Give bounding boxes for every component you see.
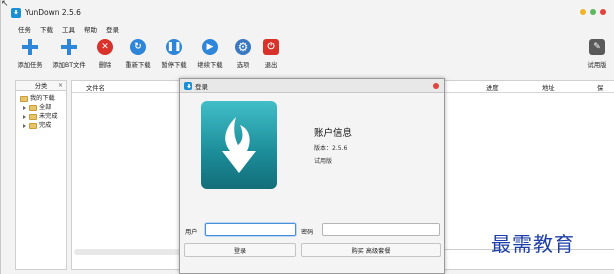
resume-download-label: 继续下载 <box>197 62 223 69</box>
user-label: 用户 <box>185 229 198 236</box>
window-controls <box>580 9 606 15</box>
exit-button[interactable]: ⏻ 退出 <box>253 38 289 69</box>
menu-login[interactable]: 登录 <box>106 24 119 34</box>
tree-item-label: 完成 <box>39 122 52 129</box>
gear-icon: ⚙ <box>235 39 251 55</box>
edition-text: 试用版 <box>314 158 333 165</box>
login-dialog-title-bar: 登录 <box>180 79 444 93</box>
tree-item-label: 我的下载 <box>30 95 55 102</box>
redownload-label: 重新下载 <box>125 62 151 69</box>
tree-item-my-downloads[interactable]: 我的下载 <box>20 94 66 103</box>
resume-download-button[interactable]: ▶ 继续下载 <box>192 38 228 69</box>
folder-icon <box>20 95 28 102</box>
options-label: 选项 <box>236 62 250 69</box>
category-panel-title: 分类 <box>34 83 48 90</box>
folder-icon <box>29 122 37 129</box>
category-panel-header: 分类 × <box>16 81 66 91</box>
dialog-close-button[interactable] <box>433 83 439 89</box>
power-icon: ⏻ <box>263 39 279 55</box>
minimize-button[interactable] <box>580 9 586 15</box>
pause-download-button[interactable]: ❚❚ 暂停下载 <box>156 38 192 69</box>
column-progress[interactable]: 进度 <box>486 83 499 92</box>
delete-label: 删除 <box>98 62 112 69</box>
add-task-button[interactable]: 添加任务 <box>12 38 48 69</box>
menu-tools[interactable]: 工具 <box>62 24 75 34</box>
window-title: YunDown 2.5.6 <box>25 8 81 17</box>
menu-download[interactable]: 下载 <box>40 24 53 34</box>
add-bt-file-label: 添加BT文件 <box>52 62 86 69</box>
close-icon[interactable]: × <box>58 82 63 89</box>
version-text: 版本：2.5.6 <box>314 145 348 152</box>
close-button[interactable] <box>600 9 606 15</box>
tree-item-label: 全部 <box>39 104 52 111</box>
password-input[interactable] <box>322 223 440 236</box>
app-logo-icon <box>11 7 21 18</box>
delete-icon: ✕ <box>97 39 113 55</box>
redownload-icon: ↻ <box>130 39 146 55</box>
trial-version-label: 试用版 <box>587 62 607 69</box>
column-address[interactable]: 地址 <box>542 83 555 92</box>
tree-item-complete[interactable]: 完成 <box>20 121 66 130</box>
play-icon: ▶ <box>202 39 218 55</box>
mouse-cursor-icon: ↖ <box>1 0 9 9</box>
menu-bar: 任务 下载 工具 帮助 登录 <box>18 24 119 34</box>
password-label: 密码 <box>301 229 314 236</box>
download-arrow-icon <box>222 117 256 173</box>
menu-help[interactable]: 帮助 <box>84 24 97 34</box>
account-info-title: 账户信息 <box>314 128 353 139</box>
app-logo-icon <box>184 81 192 90</box>
title-bar: YunDown 2.5.6 <box>11 4 614 21</box>
app-window: ↖ YunDown 2.5.6 任务 下载 工具 帮助 登录 添加任务 添加BT… <box>0 0 614 274</box>
folder-icon <box>29 113 37 120</box>
expand-arrow-icon[interactable] <box>23 114 26 119</box>
exit-label: 退出 <box>264 62 278 69</box>
tree-item-incomplete[interactable]: 未完成 <box>20 112 66 121</box>
login-dialog: 登录 账户信息 版本：2.5.6 试用版 用户 密码 登录 购买 高级套餐 <box>179 78 445 274</box>
category-panel: 分类 × 我的下载 全部 未完成 完成 <box>15 80 67 270</box>
login-button[interactable]: 登录 <box>184 243 296 257</box>
login-dialog-title: 登录 <box>195 82 208 91</box>
tree-item-label: 未完成 <box>39 113 58 120</box>
expand-arrow-icon[interactable] <box>23 123 26 128</box>
toolbar: 添加任务 添加BT文件 ✕ 删除 ↻ 重新下载 ❚❚ 暂停下载 ▶ 继续下载 ⚙… <box>1 38 614 74</box>
tree-item-all[interactable]: 全部 <box>20 103 66 112</box>
trial-version-button[interactable]: ✎ 试用版 <box>579 38 614 69</box>
expand-arrow-icon[interactable] <box>23 105 26 110</box>
yundown-logo <box>201 101 277 189</box>
plus-icon <box>22 39 38 55</box>
menu-task[interactable]: 任务 <box>18 24 31 34</box>
category-tree: 我的下载 全部 未完成 完成 <box>16 91 66 130</box>
add-task-label: 添加任务 <box>17 62 43 69</box>
delete-button[interactable]: ✕ 删除 <box>87 38 123 69</box>
pause-download-label: 暂停下载 <box>161 62 187 69</box>
pause-icon: ❚❚ <box>166 39 182 55</box>
watermark: 最需教育 <box>491 232 575 256</box>
redownload-button[interactable]: ↻ 重新下载 <box>120 38 156 69</box>
folder-icon <box>29 104 37 111</box>
add-bt-file-button[interactable]: 添加BT文件 <box>51 38 87 69</box>
column-filename[interactable]: 文件名 <box>86 83 105 92</box>
username-input[interactable] <box>205 223 296 236</box>
horizontal-scrollbar[interactable] <box>74 249 184 255</box>
buy-premium-button[interactable]: 购买 高级套餐 <box>301 243 441 257</box>
plus-icon <box>61 39 77 55</box>
trial-icon: ✎ <box>589 39 605 55</box>
column-save[interactable]: 保 <box>597 83 603 92</box>
maximize-button[interactable] <box>590 9 596 15</box>
